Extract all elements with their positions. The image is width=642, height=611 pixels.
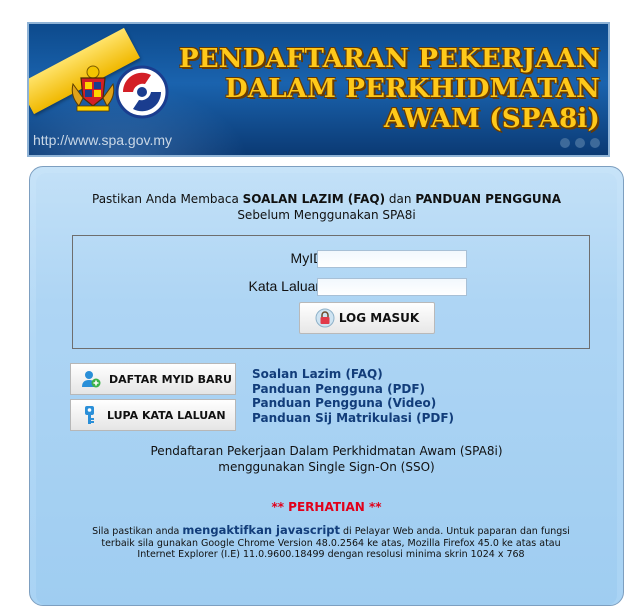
forgot-password-button[interactable]: LUPA KATA LALUAN <box>70 399 236 431</box>
login-panel-inner: Pastikan Anda Membaca SOALAN LAZIM (FAQ)… <box>36 173 617 605</box>
dot-icon <box>560 138 570 148</box>
register-myid-button[interactable]: DAFTAR MYID BARU <box>70 363 236 395</box>
sso-info: Pendaftaran Pekerjaan Dalam Perkhidmatan… <box>36 443 617 475</box>
sso-line2: menggunakan Single Sign-On (SSO) <box>218 460 435 474</box>
lock-icon <box>315 308 335 328</box>
login-button[interactable]: LOG MASUK <box>299 302 435 334</box>
note-line1-rest: di Pelayar Web anda. Untuk paparan dan f… <box>340 526 570 537</box>
banner-dots <box>560 138 600 148</box>
browser-requirements-note: Sila pastikan anda mengaktifkan javascri… <box>76 523 586 561</box>
forgot-password-label: LUPA KATA LALUAN <box>107 408 226 422</box>
login-form: MyID : Kata Laluan : LOG MASUK <box>72 235 590 349</box>
notice-guide: PANDUAN PENGGUNA <box>415 192 561 206</box>
banner-title-line2: DALAM PERKHIDMATAN <box>225 74 600 104</box>
login-button-label: LOG MASUK <box>338 311 420 325</box>
register-myid-label: DAFTAR MYID BARU <box>109 372 232 386</box>
add-user-icon <box>82 371 101 388</box>
help-links: Soalan Lazim (FAQ) Panduan Pengguna (PDF… <box>252 367 454 425</box>
note-javascript-emphasis: mengaktifkan javascript <box>182 523 340 537</box>
banner-title-line3: AWAM (SPA8i) <box>384 104 600 134</box>
note-line2: terbaik sila gunakan Google Chrome Versi… <box>101 537 561 549</box>
faq-notice: Pastikan Anda Membaca SOALAN LAZIM (FAQ)… <box>36 191 617 223</box>
dot-icon <box>590 138 600 148</box>
attention-heading: ** PERHATIAN ** <box>271 500 382 514</box>
site-url: http://www.spa.gov.my <box>33 132 173 148</box>
dot-icon <box>575 138 585 148</box>
key-icon <box>85 406 94 424</box>
notice-line2: Sebelum Menggunakan SPA8i <box>237 208 416 222</box>
header-banner: PENDAFTARAN PEKERJAAN DALAM PERKHIDMATAN… <box>27 22 610 157</box>
link-faq[interactable]: Soalan Lazim (FAQ) <box>252 367 454 382</box>
password-input[interactable] <box>317 278 467 296</box>
notice-middle: dan <box>385 192 416 206</box>
note-prefix: Sila pastikan anda <box>92 526 183 537</box>
banner-title-line1: PENDAFTARAN PEKERJAAN <box>178 44 600 74</box>
notice-prefix: Pastikan Anda Membaca <box>92 192 243 206</box>
link-matriculation-pdf[interactable]: Panduan Sij Matrikulasi (PDF) <box>252 411 454 426</box>
login-panel: Pastikan Anda Membaca SOALAN LAZIM (FAQ)… <box>29 166 624 606</box>
link-guide-video[interactable]: Panduan Pengguna (Video) <box>252 396 454 411</box>
myid-label: MyID : <box>290 250 331 266</box>
link-guide-pdf[interactable]: Panduan Pengguna (PDF) <box>252 382 454 397</box>
myid-input[interactable] <box>317 250 467 268</box>
password-label: Kata Laluan : <box>248 278 331 294</box>
note-line3: Internet Explorer (I.E) 11.0.9600.18499 … <box>137 549 525 560</box>
notice-faq: SOALAN LAZIM (FAQ) <box>242 192 386 206</box>
sso-line1: Pendaftaran Pekerjaan Dalam Perkhidmatan… <box>150 444 503 458</box>
banner-title: PENDAFTARAN PEKERJAAN DALAM PERKHIDMATAN… <box>140 44 600 134</box>
